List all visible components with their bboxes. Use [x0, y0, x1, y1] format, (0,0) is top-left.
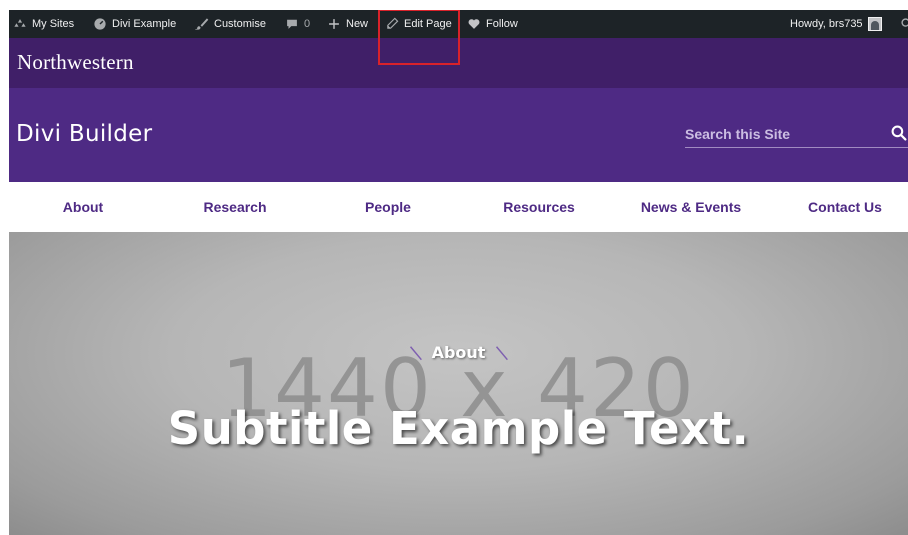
site-name-menu[interactable]: Divi Example: [93, 10, 176, 38]
comments-link[interactable]: 0: [285, 10, 310, 38]
nav-item-about[interactable]: About: [43, 182, 123, 232]
nav-item-contact-us[interactable]: Contact Us: [795, 182, 895, 232]
browser-viewport: My Sites Divi Example Customise 0 New Ed…: [9, 10, 908, 535]
brush-icon: [195, 18, 209, 30]
my-sites-label: My Sites: [32, 18, 75, 30]
customise-link[interactable]: Customise: [195, 10, 266, 38]
my-sites-icon: [14, 19, 26, 27]
search-icon: [891, 125, 907, 141]
nav-item-people[interactable]: People: [348, 182, 428, 232]
pencil-icon: [387, 17, 399, 29]
comment-icon: [287, 19, 297, 29]
follow-label: Follow: [486, 18, 518, 30]
new-content-menu[interactable]: New: [327, 10, 368, 38]
admin-search-toggle[interactable]: [900, 10, 908, 38]
avatar: [867, 17, 882, 31]
hero-title: Subtitle Example Text.: [167, 402, 750, 455]
wp-admin-bar: My Sites Divi Example Customise 0 New Ed…: [9, 10, 908, 38]
search-button[interactable]: [889, 122, 908, 144]
my-sites-menu[interactable]: My Sites: [13, 10, 74, 38]
edit-page-link[interactable]: Edit Page: [385, 10, 452, 38]
follow-link[interactable]: Follow: [467, 10, 518, 38]
site-name-label: Divi Example: [112, 18, 177, 30]
dashboard-icon: [94, 18, 106, 30]
site-search: [685, 122, 908, 148]
northwestern-logo[interactable]: Northwestern: [17, 50, 134, 75]
new-label: New: [346, 18, 369, 30]
customise-label: Customise: [214, 18, 266, 30]
hero-kicker: | About |: [9, 342, 908, 363]
heart-icon: [468, 19, 480, 29]
howdy-label: Howdy, brs735: [790, 18, 863, 30]
nav-item-resources[interactable]: Resources: [489, 182, 589, 232]
nav-item-news-events[interactable]: News & Events: [631, 182, 751, 232]
site-title[interactable]: Divi Builder: [16, 121, 152, 147]
search-input[interactable]: [685, 122, 875, 146]
edit-page-label: Edit Page: [404, 18, 452, 30]
hero-kicker-label: About: [431, 343, 486, 362]
site-header: Divi Builder: [9, 88, 908, 182]
search-icon: [901, 18, 908, 27]
account-menu[interactable]: Howdy, brs735: [790, 10, 882, 38]
plus-icon: [329, 19, 339, 29]
nav-item-research[interactable]: Research: [185, 182, 285, 232]
kicker-slash-icon: |: [493, 342, 510, 362]
kicker-slash-icon: |: [406, 342, 424, 362]
comments-count: 0: [304, 18, 311, 30]
university-brand-bar: Northwestern: [9, 38, 908, 88]
hero-banner: 1440 x 420 | About | Subtitle Example Te…: [9, 232, 908, 535]
main-navigation: About Research People Resources News & E…: [9, 182, 908, 232]
